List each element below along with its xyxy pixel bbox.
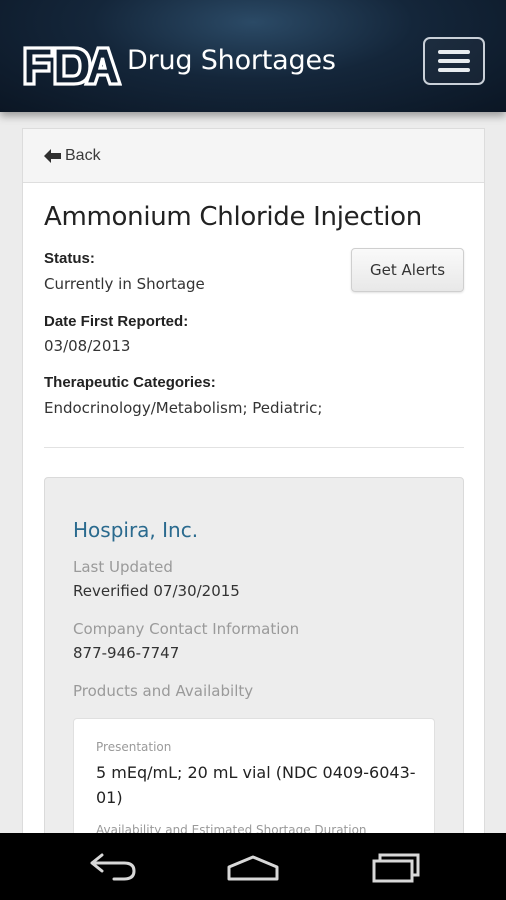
date-reported-value: 03/08/2013 <box>44 337 131 355</box>
fda-logo <box>23 46 122 86</box>
android-home-icon[interactable] <box>223 849 283 885</box>
presentation-label: Presentation <box>96 740 172 754</box>
last-updated-label: Last Updated <box>73 558 173 576</box>
contact-phone[interactable]: 877-946-7747 <box>73 644 179 662</box>
therapeutic-categories-label: Therapeutic Categories: <box>44 374 216 391</box>
hamburger-menu-icon[interactable] <box>423 37 485 85</box>
status-label: Status: <box>44 250 95 267</box>
arrow-left-icon <box>44 148 61 163</box>
drug-title: Ammonium Chloride Injection <box>44 202 422 232</box>
company-name-link[interactable]: Hospira, Inc. <box>73 518 198 542</box>
product-card: Presentation 5 mEq/mL; 20 mL vial (NDC 0… <box>73 718 435 847</box>
back-label: Back <box>65 146 101 164</box>
drug-detail-card: Back Ammonium Chloride Injection Status:… <box>22 128 485 848</box>
products-availability-label: Products and Availabilty <box>73 682 254 700</box>
back-bar: Back <box>23 129 484 183</box>
last-updated-value: Reverified 07/30/2015 <box>73 582 240 600</box>
status-value: Currently in Shortage <box>44 275 205 293</box>
company-panel: Hospira, Inc. Last Updated Reverified 07… <box>44 477 464 847</box>
therapeutic-categories-value: Endocrinology/Metabolism; Pediatric; <box>44 399 323 417</box>
android-back-icon[interactable] <box>84 849 144 885</box>
system-nav-bar <box>0 833 506 900</box>
get-alerts-button[interactable]: Get Alerts <box>351 248 464 292</box>
android-recents-icon[interactable] <box>366 849 426 885</box>
app-header: Drug Shortages <box>0 0 506 112</box>
divider <box>44 447 464 448</box>
app-title: Drug Shortages <box>127 45 336 76</box>
back-link[interactable]: Back <box>44 147 101 165</box>
date-reported-label: Date First Reported: <box>44 313 189 330</box>
contact-info-label: Company Contact Information <box>73 620 300 638</box>
presentation-value: 5 mEq/mL; 20 mL vial (NDC 0409-6043-01) <box>96 763 416 807</box>
